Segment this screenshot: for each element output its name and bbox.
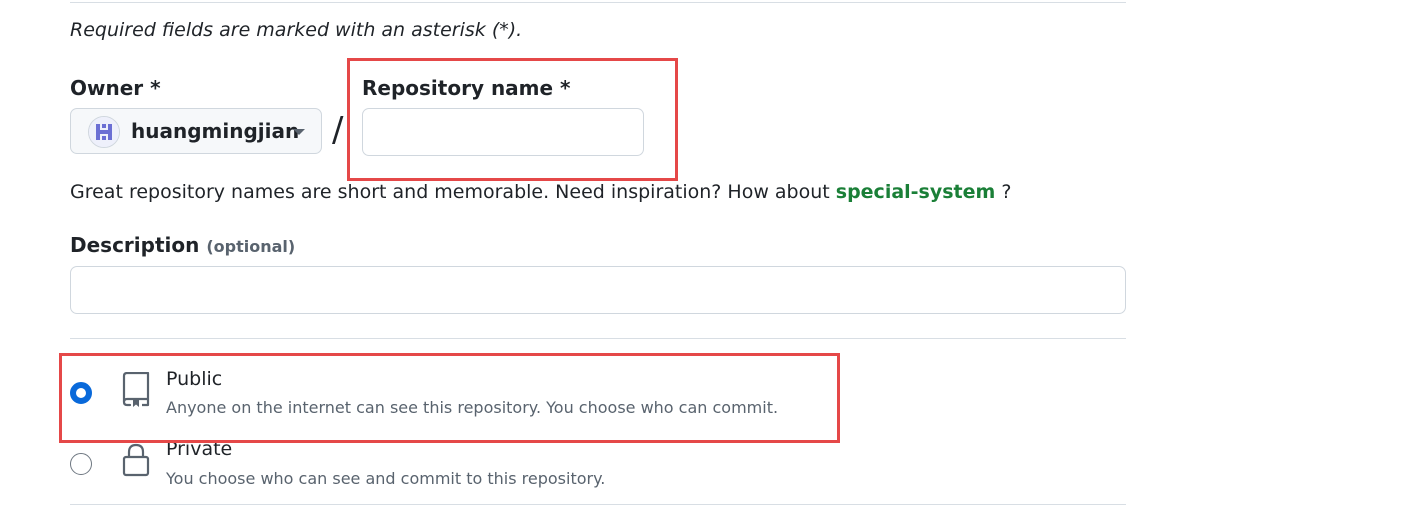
public-radio[interactable] (70, 382, 92, 404)
section-divider (70, 338, 1126, 339)
visibility-option-public[interactable]: Public Anyone on the internet can see th… (70, 365, 790, 427)
visibility-option-private[interactable]: Private You choose who can see and commi… (70, 437, 790, 495)
repo-name-label: Repository name * (362, 76, 571, 100)
private-description: You choose who can see and commit to thi… (166, 469, 606, 488)
description-label-text: Description (70, 233, 200, 257)
repo-name-hint-suffix: ? (995, 181, 1012, 203)
public-description: Anyone on the internet can see this repo… (166, 398, 779, 417)
chevron-down-icon (293, 129, 305, 135)
owner-label: Owner * (70, 76, 161, 100)
repo-icon (122, 372, 150, 407)
description-input[interactable] (70, 266, 1126, 314)
required-fields-note: Required fields are marked with an aster… (70, 19, 523, 41)
public-title: Public (166, 368, 223, 390)
owner-repo-separator: / (332, 110, 344, 150)
top-divider (70, 2, 1126, 3)
repo-name-input[interactable] (362, 108, 644, 156)
repo-name-hint: Great repository names are short and mem… (70, 181, 1011, 203)
owner-dropdown[interactable]: huangmingjian (70, 108, 322, 154)
identicon-icon (89, 117, 119, 147)
repo-name-hint-text: Great repository names are short and mem… (70, 181, 836, 203)
bottom-divider (70, 504, 1126, 505)
owner-avatar (88, 116, 120, 148)
owner-name: huangmingjian (131, 119, 300, 143)
private-radio[interactable] (70, 453, 92, 475)
name-suggestion-link[interactable]: special-system (836, 181, 996, 203)
description-label: Description (optional) (70, 233, 295, 257)
lock-icon (122, 443, 150, 477)
optional-tag: (optional) (206, 237, 296, 256)
private-title: Private (166, 438, 233, 460)
